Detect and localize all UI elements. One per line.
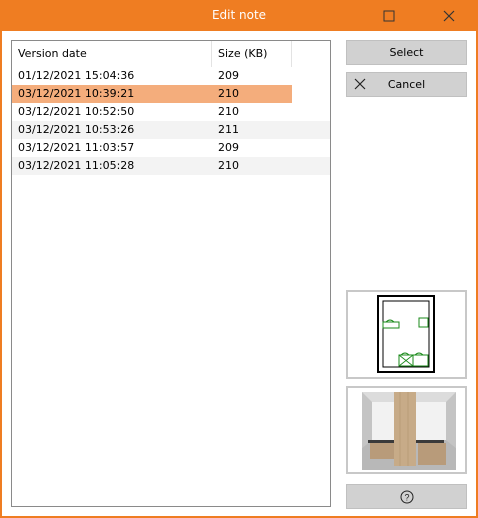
floor-plan-preview[interactable] <box>346 290 467 379</box>
list-header: Version date Size (KB) <box>12 41 330 67</box>
size-cell: 209 <box>218 141 239 154</box>
size-cell: 210 <box>218 159 239 172</box>
version-date-cell: 03/12/2021 10:52:50 <box>18 105 135 118</box>
table-row-selected[interactable]: 03/12/2021 10:39:21 210 <box>12 85 292 103</box>
svg-text:?: ? <box>404 492 409 502</box>
version-date-cell: 03/12/2021 11:03:57 <box>18 141 135 154</box>
version-date-cell: 03/12/2021 10:53:26 <box>18 123 135 136</box>
dialog-body: Version date Size (KB) 01/12/2021 15:04:… <box>2 31 476 516</box>
table-row[interactable]: 03/12/2021 10:53:26 211 <box>12 121 330 139</box>
maximize-icon <box>383 10 395 21</box>
version-date-cell: 01/12/2021 15:04:36 <box>18 69 135 82</box>
size-cell: 210 <box>218 105 239 118</box>
3d-kitchen-thumbnail <box>348 388 465 472</box>
maximize-button[interactable] <box>366 0 412 31</box>
3d-preview[interactable] <box>346 386 467 474</box>
question-circle-icon: ? <box>400 490 413 503</box>
dialog-window: Edit note Version date Size (KB) 01/12/2… <box>0 0 478 518</box>
help-button[interactable]: ? <box>346 484 467 509</box>
close-icon <box>443 10 455 21</box>
close-button[interactable] <box>426 0 472 31</box>
size-cell: 210 <box>218 87 239 100</box>
select-button[interactable]: Select <box>346 40 467 65</box>
version-date-cell: 03/12/2021 10:39:21 <box>18 87 135 100</box>
table-row[interactable]: 03/12/2021 10:52:50 210 <box>12 103 330 121</box>
size-cell: 211 <box>218 123 239 136</box>
list-rows: 01/12/2021 15:04:36 209 03/12/2021 10:39… <box>12 67 330 175</box>
size-cell: 209 <box>218 69 239 82</box>
floor-plan-thumbnail <box>348 292 465 377</box>
table-row[interactable]: 01/12/2021 15:04:36 209 <box>12 67 330 85</box>
table-row[interactable]: 03/12/2021 11:05:28 210 <box>12 157 330 175</box>
table-row[interactable]: 03/12/2021 11:03:57 209 <box>12 139 330 157</box>
title-bar: Edit note <box>0 0 478 31</box>
version-date-cell: 03/12/2021 11:05:28 <box>18 159 135 172</box>
column-header-size[interactable]: Size (KB) <box>212 41 292 67</box>
cancel-button-label: Cancel <box>387 78 426 91</box>
column-header-version-date[interactable]: Version date <box>12 41 212 67</box>
close-icon <box>354 78 366 90</box>
select-button-label: Select <box>389 46 424 59</box>
cancel-button[interactable]: Cancel <box>346 72 467 97</box>
version-list[interactable]: Version date Size (KB) 01/12/2021 15:04:… <box>11 40 331 507</box>
